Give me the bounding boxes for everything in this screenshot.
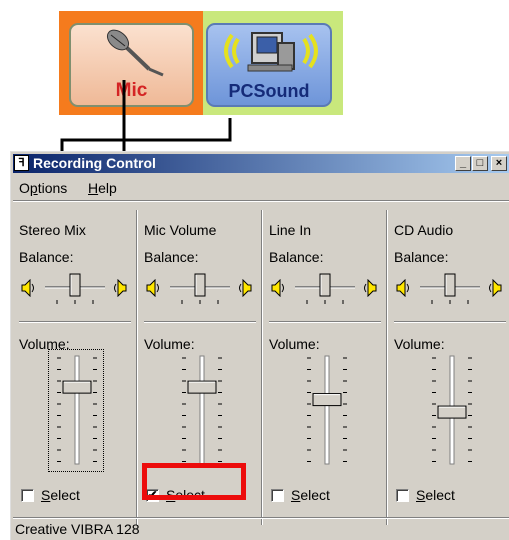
volume-thumb[interactable] bbox=[62, 380, 92, 394]
recording-control-window: ꟻ Recording Control _ □ × Options Help S… bbox=[10, 151, 509, 540]
volume-label: Volume: bbox=[269, 336, 320, 352]
computer-speakers-icon bbox=[224, 32, 318, 72]
mixer-app-icon[interactable]: ꟻ bbox=[14, 155, 29, 171]
speaker-left-icon bbox=[21, 279, 34, 297]
volume-thumb[interactable] bbox=[187, 380, 217, 394]
select-checkbox[interactable] bbox=[271, 489, 284, 502]
select-checkbox[interactable] bbox=[396, 489, 409, 502]
channel-divider bbox=[261, 210, 263, 525]
volume-thumb[interactable] bbox=[312, 393, 342, 407]
channel-name: CD Audio bbox=[394, 222, 454, 238]
volume-label: Volume: bbox=[394, 336, 445, 352]
speaker-right-icon bbox=[489, 279, 502, 297]
speaker-left-icon bbox=[396, 279, 409, 297]
channel-name: Line In bbox=[269, 222, 312, 238]
volume-slider[interactable] bbox=[426, 354, 478, 466]
balance-label: Balance: bbox=[269, 249, 324, 265]
volume-slider[interactable] bbox=[176, 354, 228, 466]
channel-stereo-mix: Stereo Mix Balance: Volume: Select bbox=[13, 210, 137, 524]
mic-source-label: Mic bbox=[115, 80, 148, 101]
close-button[interactable]: × bbox=[491, 156, 507, 171]
mic-source-button[interactable]: Mic bbox=[69, 23, 194, 107]
status-bar-text: Creative VIBRA 128 bbox=[15, 521, 140, 537]
balance-slider[interactable] bbox=[293, 268, 357, 310]
volume-thumb[interactable] bbox=[437, 405, 467, 419]
balance-slider[interactable] bbox=[43, 268, 107, 310]
channel-cd-audio: CD Audio Balance: Volume: Select bbox=[388, 210, 509, 524]
channel-separator bbox=[19, 321, 131, 323]
select-checkbox-row[interactable]: Select bbox=[271, 487, 371, 507]
window-title: Recording Control bbox=[33, 155, 156, 171]
channel-separator bbox=[269, 321, 381, 323]
channel-name: Stereo Mix bbox=[19, 222, 86, 238]
microphone-icon bbox=[106, 29, 164, 77]
volume-label: Volume: bbox=[144, 336, 195, 352]
speaker-right-icon bbox=[239, 279, 252, 297]
channel-separator bbox=[144, 321, 256, 323]
channel-line-in: Line In Balance: Volume: Select bbox=[263, 210, 387, 524]
select-checkbox[interactable] bbox=[21, 489, 34, 502]
title-bar[interactable]: ꟻ Recording Control _ □ × bbox=[13, 154, 509, 173]
speaker-right-icon bbox=[114, 279, 127, 297]
select-label: Select bbox=[291, 487, 330, 503]
balance-label: Balance: bbox=[394, 249, 449, 265]
balance-slider[interactable] bbox=[168, 268, 232, 310]
mic-select-highlight bbox=[142, 463, 246, 500]
channel-divider bbox=[386, 210, 388, 525]
select-checkbox-row[interactable]: Select bbox=[396, 487, 496, 507]
channel-divider bbox=[136, 210, 138, 525]
minimize-button[interactable]: _ bbox=[455, 156, 471, 171]
channel-separator bbox=[394, 321, 506, 323]
balance-label: Balance: bbox=[19, 249, 74, 265]
menu-separator bbox=[13, 200, 509, 202]
volume-slider[interactable] bbox=[51, 354, 103, 466]
pcsound-source-button[interactable]: PCSound bbox=[206, 23, 332, 107]
status-separator bbox=[13, 517, 509, 519]
maximize-button[interactable]: □ bbox=[472, 156, 488, 171]
menu-help[interactable]: Help bbox=[88, 180, 117, 196]
recording-source-selector: Mic PCSound bbox=[59, 11, 343, 115]
channel-name: Mic Volume bbox=[144, 222, 217, 238]
menu-options[interactable]: Options bbox=[19, 180, 67, 196]
balance-slider[interactable] bbox=[418, 268, 482, 310]
select-checkbox-row[interactable]: Select bbox=[21, 487, 121, 507]
volume-slider[interactable] bbox=[301, 354, 353, 466]
select-label: Select bbox=[416, 487, 455, 503]
select-label: Select bbox=[41, 487, 80, 503]
pcsound-source-label: PCSound bbox=[228, 81, 310, 101]
balance-label: Balance: bbox=[144, 249, 199, 265]
speaker-left-icon bbox=[271, 279, 284, 297]
speaker-left-icon bbox=[146, 279, 159, 297]
speaker-right-icon bbox=[364, 279, 377, 297]
